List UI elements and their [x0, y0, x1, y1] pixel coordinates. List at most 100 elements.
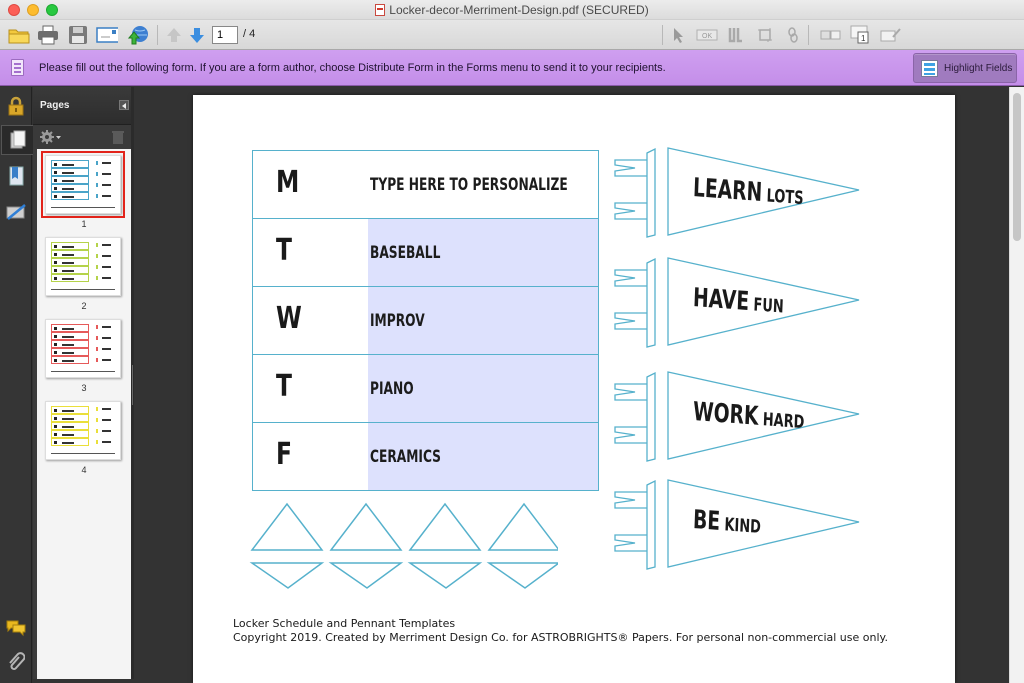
thumbnail-pennant	[96, 407, 116, 411]
bunting-triangle-up	[487, 502, 558, 551]
pennant-tab	[614, 491, 647, 509]
page-thumbnail[interactable]	[45, 319, 121, 378]
window-title: Locker-decor-Merriment-Design.pdf (SECUR…	[0, 3, 1024, 17]
main-toolbar: 1 / 4 OK 1	[0, 20, 1024, 50]
vertical-scrollbar[interactable]	[1009, 87, 1024, 683]
page-thumbnail-number: 4	[81, 465, 87, 475]
pennant-pole	[646, 147, 656, 238]
highlight-fields-button[interactable]: Highlight Fields	[913, 53, 1017, 83]
select-tool-button[interactable]	[668, 24, 690, 46]
form-field-tool-1[interactable]	[819, 24, 843, 46]
pennant-text-small: FUN	[748, 294, 785, 318]
open-folder-button[interactable]	[8, 24, 30, 46]
comments-button[interactable]	[3, 613, 29, 643]
pdf-page: M TYPE HERE TO PERSONALIZE T BASEBALL W IMPRO…	[193, 95, 955, 683]
thumbnail-row	[51, 184, 89, 192]
pennants-graphic	[614, 147, 860, 570]
collapse-panel-button[interactable]	[119, 100, 129, 110]
ok-button-tool[interactable]: OK	[695, 24, 719, 46]
crop-tool-button[interactable]	[754, 24, 776, 46]
thumbnail-pennant	[96, 183, 116, 187]
envelope-icon	[96, 27, 118, 43]
highlight-fields-icon	[921, 60, 938, 77]
highlight-fields-label: Highlight Fields	[944, 63, 1013, 74]
svg-text:1: 1	[861, 34, 866, 43]
thumbnail-pennant	[96, 440, 116, 444]
thumbnail-list[interactable]: 1 2 3 4	[37, 149, 131, 679]
thumbnail-row	[51, 176, 89, 184]
title-bar: Locker-decor-Merriment-Design.pdf (SECUR…	[0, 0, 1024, 20]
save-button[interactable]	[67, 24, 89, 46]
thumbnail-pennant	[96, 243, 116, 247]
pennant-text-big: HAVE	[692, 283, 750, 318]
thumbnail-pennant	[96, 418, 116, 422]
email-button[interactable]	[96, 24, 118, 46]
pennant-pole	[646, 479, 656, 570]
printer-icon	[38, 25, 58, 45]
thumbnail-pennant	[96, 172, 116, 176]
thumbnail-row	[51, 266, 89, 274]
page-footer: Locker Schedule and Pennant Templates Co…	[233, 617, 888, 645]
schedule-row: W IMPROV	[253, 287, 598, 355]
comments-icon	[6, 620, 26, 637]
page-total-label: / 4	[243, 28, 256, 40]
gear-icon[interactable]	[39, 129, 61, 145]
pages-panel-title: Pages	[40, 100, 70, 111]
share-web-button[interactable]	[127, 24, 149, 46]
forms-message: Please fill out the following form. If y…	[39, 62, 666, 74]
next-page-button[interactable]	[186, 24, 208, 46]
schedule-table: M TYPE HERE TO PERSONALIZE T BASEBALL W IMPRO…	[252, 150, 599, 491]
pages-panel: Pages 1 2 3 4	[33, 87, 131, 679]
bunting-triangle-down	[407, 562, 483, 589]
thumbnail-footer	[51, 453, 115, 454]
page-thumbnail[interactable]	[45, 401, 121, 460]
previous-page-button[interactable]	[163, 24, 185, 46]
bookmarks-button[interactable]	[3, 161, 29, 191]
print-button[interactable]	[37, 24, 59, 46]
thumbnail-pennant	[96, 358, 116, 362]
page-thumbnail[interactable]	[45, 237, 121, 296]
security-button[interactable]	[3, 91, 29, 121]
day-letter: F	[276, 437, 292, 472]
pennant-tab	[614, 312, 647, 330]
toolbar-separator	[662, 25, 663, 45]
activity-text: IMPROV	[370, 311, 425, 331]
thumbnail-footer	[51, 371, 115, 372]
day-letter: M	[276, 165, 299, 200]
link-tool-button[interactable]	[782, 24, 804, 46]
signature-pen-icon	[6, 204, 26, 220]
pennant-text-small: HARD	[757, 408, 805, 434]
thumbnail-row	[51, 438, 89, 446]
thumbnail-row	[51, 430, 89, 438]
form-field-tool-3[interactable]	[879, 24, 903, 46]
trash-icon[interactable]	[111, 129, 125, 145]
day-letter: T	[276, 369, 292, 404]
page-thumbnail[interactable]	[41, 151, 125, 218]
thumbnail-footer	[51, 207, 115, 208]
footer-title: Locker Schedule and Pennant Templates	[233, 617, 456, 630]
arrow-down-icon	[190, 28, 204, 43]
pennant-tab	[614, 269, 647, 287]
form-field-tool-2[interactable]: 1	[849, 24, 873, 46]
thumbnail-pennant	[96, 429, 116, 433]
thumbnail-pennant	[96, 325, 116, 329]
thumbnail-row	[51, 332, 89, 340]
thumbnail-row	[51, 422, 89, 430]
pennant-pole	[646, 371, 656, 462]
scrollbar-thumb[interactable]	[1013, 93, 1021, 241]
paperclip-icon	[9, 652, 25, 670]
thumbnail-row	[51, 258, 89, 266]
signatures-button[interactable]	[3, 197, 29, 227]
thumbnail-pennant	[96, 254, 116, 258]
pages-panel-button[interactable]	[1, 125, 33, 155]
schedule-row: M TYPE HERE TO PERSONALIZE	[253, 151, 598, 219]
schedule-row: T PIANO	[253, 355, 598, 423]
activity-text: TYPE HERE TO PERSONALIZE	[370, 175, 568, 195]
thumbnail-row	[51, 406, 89, 414]
page-number-input[interactable]: 1	[212, 26, 238, 44]
text-field-tool-button[interactable]	[725, 24, 747, 46]
thumbnail-pennant	[96, 194, 116, 198]
attachments-button[interactable]	[3, 647, 29, 677]
pennant-text-small: KIND	[719, 513, 762, 538]
lock-icon	[8, 96, 24, 116]
